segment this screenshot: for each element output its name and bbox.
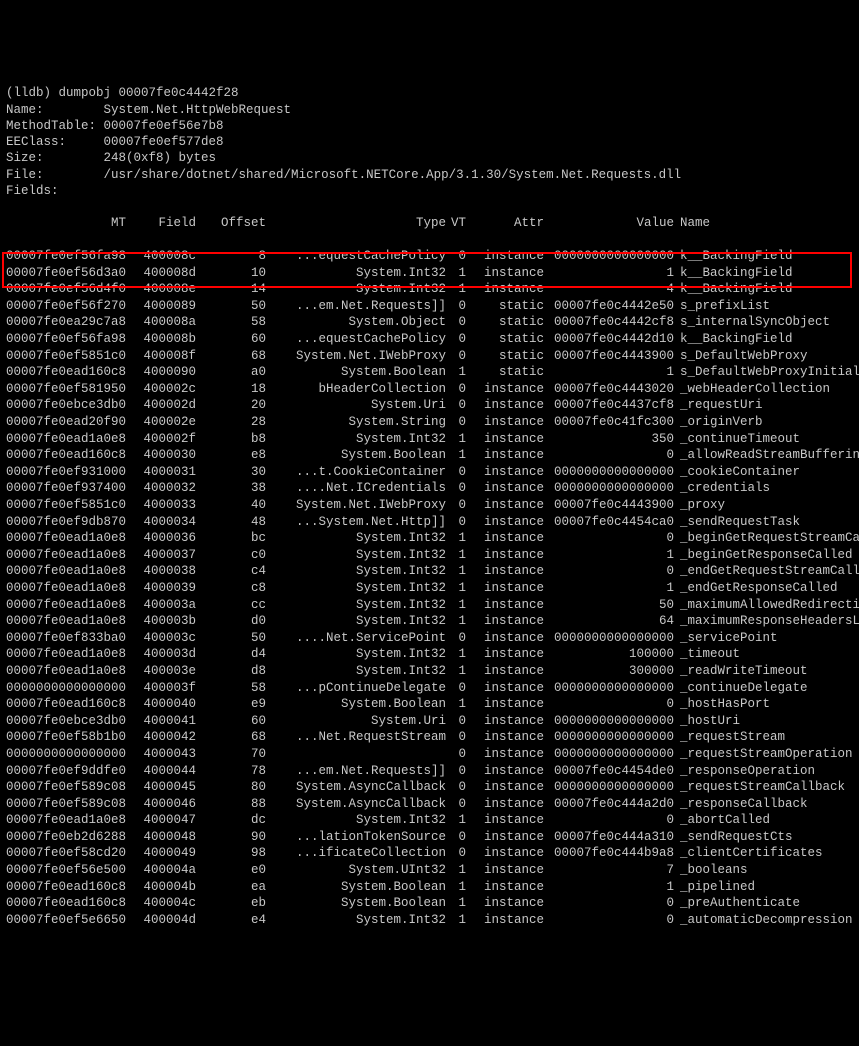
field-row: 00007fe0ead160c84000040e9System.Boolean1…	[6, 696, 853, 713]
field-row: 00007fe0ead1a0e84000037c0System.Int321in…	[6, 547, 853, 564]
field-row: 0000000000000000400003f58...pContinueDel…	[6, 680, 853, 697]
field-row: 00007fe0ead1a0e84000039c8System.Int321in…	[6, 580, 853, 597]
field-row: 00000000000000004000043700instance000000…	[6, 746, 853, 763]
field-row: 00007fe0ef931000400003130...t.CookieCont…	[6, 464, 853, 481]
field-row: 00007fe0ef589c08400004688System.AsyncCal…	[6, 796, 853, 813]
field-row: 00007fe0ef9ddfe0400004478...em.Net.Reque…	[6, 763, 853, 780]
field-row: 00007fe0ef58b1b0400004268...Net.RequestS…	[6, 729, 853, 746]
field-row: 00007fe0ead1a0e8400003bd0System.Int321in…	[6, 613, 853, 630]
field-row: 00007fe0ead1a0e8400002fb8System.Int321in…	[6, 431, 853, 448]
field-row: 00007fe0ef589c08400004580System.AsyncCal…	[6, 779, 853, 796]
field-row: 00007fe0ef833ba0400003c50....Net.Service…	[6, 630, 853, 647]
field-row: 00007fe0ead20f90400002e28System.String0i…	[6, 414, 853, 431]
field-row: 00007fe0ef56fa98400008c8...equestCachePo…	[6, 248, 853, 265]
field-row: 00007fe0ebce3db0400004160System.Uri0inst…	[6, 713, 853, 730]
field-row: 00007fe0ef56f270400008950...em.Net.Reque…	[6, 298, 853, 315]
size-line: Size: 248(0xf8) bytes	[6, 151, 216, 165]
cmd-line: (lldb) dumpobj 00007fe0c4442f28	[6, 86, 239, 100]
field-row: 00007fe0ef56d3a0400008d10System.Int321in…	[6, 265, 853, 282]
field-row: 00007fe0eb2d6288400004890...lationTokenS…	[6, 829, 853, 846]
fields-table: 00007fe0ef56fa98400008c8...equestCachePo…	[6, 248, 853, 928]
field-row: 00007fe0ead1a0e84000047dcSystem.Int321in…	[6, 812, 853, 829]
field-row: 00007fe0ead160c84000030e8System.Boolean1…	[6, 447, 853, 464]
field-row: 00007fe0ea29c7a8400008a58System.Object0 …	[6, 314, 853, 331]
field-row: 00007fe0ead160c84000090a0System.Boolean1…	[6, 364, 853, 381]
field-row: 00007fe0ef56d4f0400008e14System.Int321in…	[6, 281, 853, 298]
field-row: 00007fe0ead1a0e84000036bcSystem.Int321in…	[6, 530, 853, 547]
field-row: 00007fe0ead1a0e8400003ed8System.Int321in…	[6, 663, 853, 680]
field-row: 00007fe0ef58cd20400004998...ificateColle…	[6, 845, 853, 862]
eeclass-line: EEClass: 00007fe0ef577de8	[6, 135, 224, 149]
field-row: 00007fe0ead160c8400004cebSystem.Boolean1…	[6, 895, 853, 912]
field-row: 00007fe0ef56e500400004ae0System.UInt321i…	[6, 862, 853, 879]
terminal-output: (lldb) dumpobj 00007fe0c4442f28 Name: Sy…	[6, 69, 853, 199]
field-row: 00007fe0ef9db870400003448...System.Net.H…	[6, 514, 853, 531]
field-row: 00007fe0ef56fa98400008b60...equestCacheP…	[6, 331, 853, 348]
field-row: 00007fe0ef581950400002c18bHeaderCollecti…	[6, 381, 853, 398]
field-row: 00007fe0ebce3db0400002d20System.Uri0inst…	[6, 397, 853, 414]
field-row: 00007fe0ef5851c0400008f68System.Net.IWeb…	[6, 348, 853, 365]
fields-line: Fields:	[6, 184, 59, 198]
field-row: 00007fe0ead1a0e8400003dd4System.Int321in…	[6, 646, 853, 663]
column-headers: MTFieldOffsetTypeVTAttrValueName	[6, 215, 853, 232]
name-line: Name: System.Net.HttpWebRequest	[6, 103, 291, 117]
field-row: 00007fe0ead160c8400004beaSystem.Boolean1…	[6, 879, 853, 896]
mt-line: MethodTable: 00007fe0ef56e7b8	[6, 119, 224, 133]
field-row: 00007fe0ef937400400003238....Net.ICreden…	[6, 480, 853, 497]
field-row: 00007fe0ef5851c0400003340System.Net.IWeb…	[6, 497, 853, 514]
field-row: 00007fe0ef5e6650400004de4System.Int321in…	[6, 912, 853, 929]
field-row: 00007fe0ead1a0e84000038c4System.Int321in…	[6, 563, 853, 580]
field-row: 00007fe0ead1a0e8400003accSystem.Int321in…	[6, 597, 853, 614]
file-line: File: /usr/share/dotnet/shared/Microsoft…	[6, 168, 681, 182]
